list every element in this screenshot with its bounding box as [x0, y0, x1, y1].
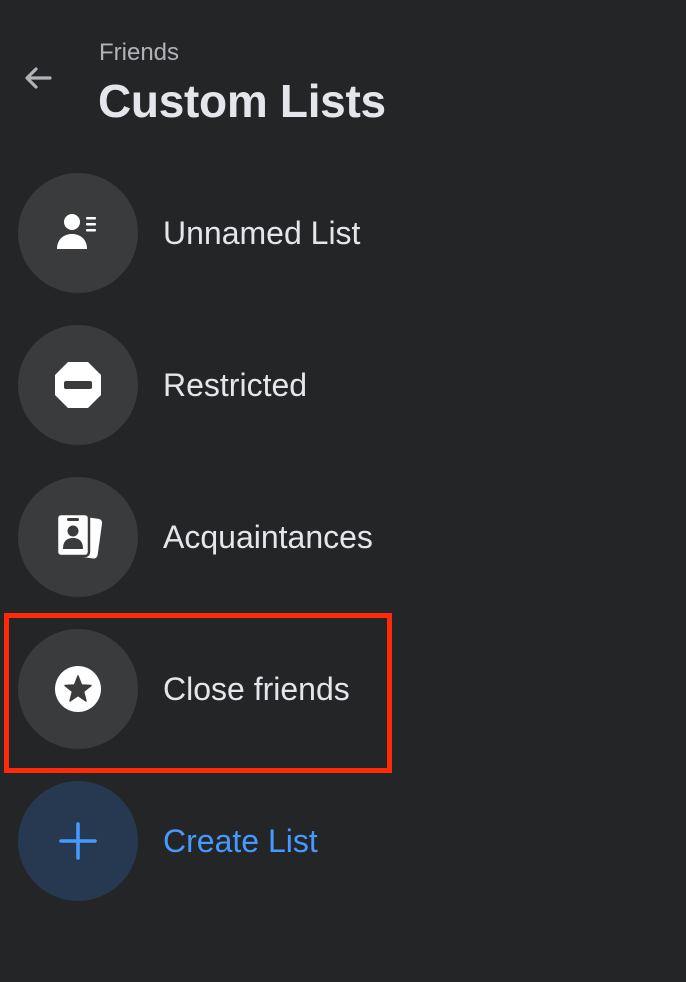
star-icon	[55, 666, 101, 712]
header: Friends Custom Lists	[0, 0, 686, 150]
list-item-unnamed-list[interactable]: Unnamed List	[18, 173, 538, 293]
person-list-icon	[57, 214, 96, 249]
restricted-icon	[55, 362, 101, 408]
list-icon-circle	[18, 173, 138, 293]
page-title: Custom Lists	[98, 75, 386, 127]
list-item-close-friends[interactable]: Close friends	[18, 629, 538, 749]
list-item-label: Close friends	[163, 670, 350, 707]
plus-icon	[59, 822, 97, 860]
list-item-restricted[interactable]: Restricted	[18, 325, 538, 445]
list-item-label: Unnamed List	[163, 214, 361, 251]
back-arrow-icon	[25, 67, 52, 89]
breadcrumb[interactable]: Friends	[99, 38, 179, 68]
create-icon-circle	[18, 781, 138, 901]
acquaintances-icon	[55, 512, 103, 559]
create-list-button[interactable]: Create List	[18, 781, 538, 901]
list-icon-circle	[18, 325, 138, 445]
list-icon-circle	[18, 477, 138, 597]
create-list-label: Create List	[163, 822, 318, 859]
back-button[interactable]	[16, 56, 60, 100]
list-item-label: Acquaintances	[163, 518, 373, 555]
list-item-label: Restricted	[163, 366, 308, 403]
list-icon-circle	[18, 629, 138, 749]
list-item-acquaintances[interactable]: Acquaintances	[18, 477, 538, 597]
